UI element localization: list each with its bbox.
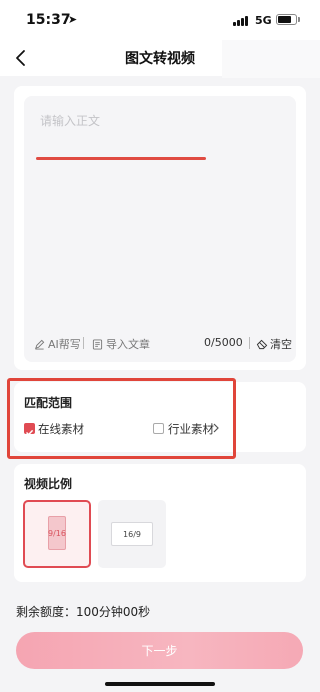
toolbar-divider <box>249 337 250 349</box>
ai-write-label: AI帮写 <box>48 338 81 351</box>
status-time: 15:37 <box>26 12 71 28</box>
ratio-option-9-16[interactable]: 9/16 <box>23 500 91 568</box>
video-ratio-card: 视频比例 9/16 16/9 <box>14 464 306 582</box>
annotation-line <box>36 157 206 160</box>
char-counter: 0/5000 <box>204 336 243 349</box>
battery-tip <box>298 17 300 22</box>
network-type: 5G <box>255 14 272 27</box>
signal-icon <box>233 16 250 26</box>
document-icon <box>92 338 103 350</box>
clear-label: 清空 <box>270 338 292 351</box>
import-article-button[interactable]: 导入文章 <box>92 336 150 352</box>
video-ratio-title: 视频比例 <box>24 477 73 491</box>
remaining-quota: 剩余额度：100分钟00秒 <box>16 605 151 619</box>
import-article-label: 导入文章 <box>106 338 150 351</box>
content-placeholder: 请输入正文 <box>40 114 101 128</box>
content-textarea[interactable]: 请输入正文 AI帮写 导入文章 0/5000 清空 <box>24 96 296 362</box>
editor-card: 请输入正文 AI帮写 导入文章 0/5000 清空 <box>14 86 306 370</box>
editor-toolbar: AI帮写 导入文章 0/5000 清空 <box>24 336 296 352</box>
ratio-9-16-label: 9/16 <box>48 516 66 550</box>
home-indicator <box>105 682 215 686</box>
pen-icon <box>35 339 45 350</box>
ai-write-button[interactable]: AI帮写 <box>34 336 81 352</box>
next-step-button[interactable]: 下一步 <box>16 632 303 669</box>
annotation-highlight-box <box>7 378 236 459</box>
status-bar: 15:37 ➤ 5G <box>0 0 320 40</box>
eraser-icon <box>256 339 268 349</box>
screen: 15:37 ➤ 5G 图文转视频 请输入正文 AI帮写 导入文章 0/5000 … <box>0 0 320 692</box>
toolbar-divider <box>83 337 84 349</box>
location-arrow-icon: ➤ <box>68 13 78 26</box>
battery-icon <box>276 14 297 25</box>
clear-button[interactable]: 清空 <box>256 336 292 352</box>
ratio-option-16-9[interactable]: 16/9 <box>98 500 166 568</box>
nav-overlay-patch <box>222 40 320 78</box>
battery-level <box>278 16 291 23</box>
ratio-16-9-label: 16/9 <box>111 522 153 546</box>
